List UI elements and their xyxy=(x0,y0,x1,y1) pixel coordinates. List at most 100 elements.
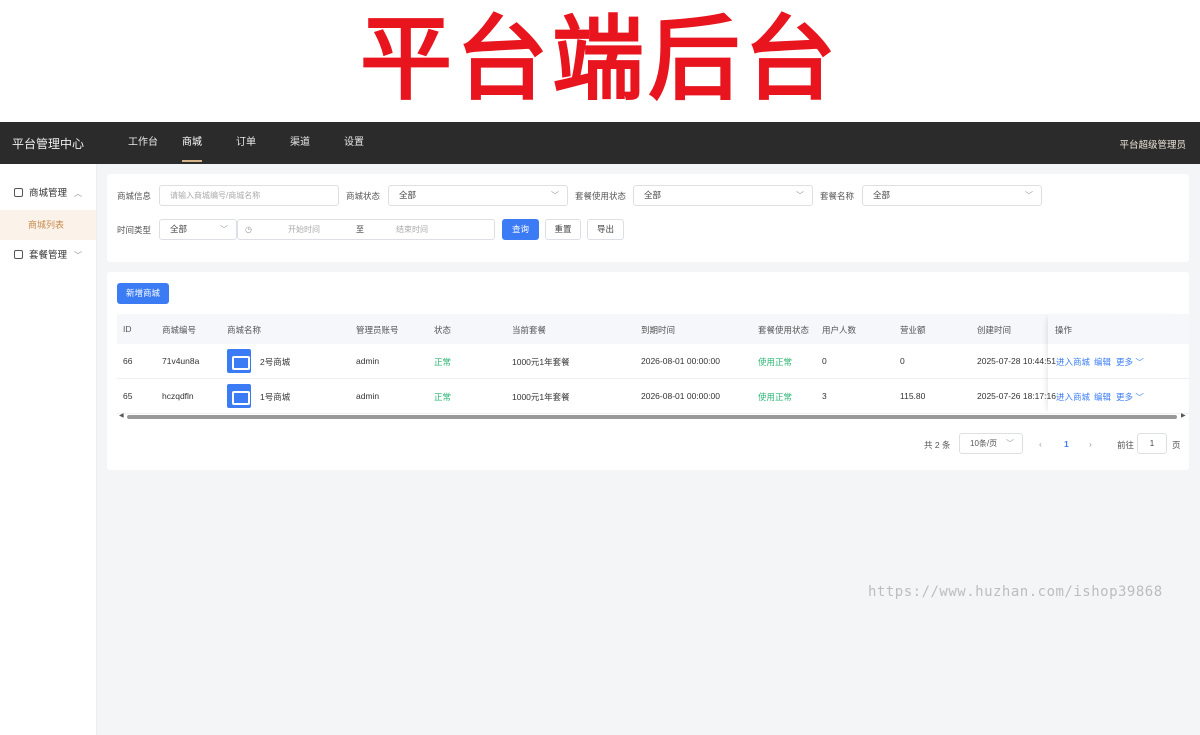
shop-info-label: 商城信息 xyxy=(117,191,152,201)
sidebar-group-shop[interactable]: 商城管理 ︿ xyxy=(0,178,96,210)
shop-logo-icon xyxy=(227,349,251,373)
pkg-name-select[interactable]: 全部 ﹀ xyxy=(862,185,1042,206)
sidebar: 商城管理 ︿ 商城列表 套餐管理 ﹀ xyxy=(0,164,97,735)
shop-logo-icon xyxy=(227,384,251,408)
horizontal-scrollbar[interactable]: ◀ ▶ xyxy=(117,413,1189,421)
pkg-status-label: 套餐使用状态 xyxy=(575,191,627,201)
app-title: 平台管理中心 xyxy=(12,137,85,151)
cell-code: 71v4un8a xyxy=(162,356,200,366)
goto-page-input[interactable]: 1 xyxy=(1137,433,1167,454)
top-navbar: 平台管理中心 工作台 商城 订单 渠道 设置 平台超级管理员 xyxy=(0,122,1200,164)
time-type-select[interactable]: 全部 ﹀ xyxy=(159,219,237,240)
date-range-picker[interactable]: ◷ 开始时间 至 结束时间 xyxy=(237,219,495,240)
pkg-name-label: 套餐名称 xyxy=(820,191,855,201)
page-suffix: 页 xyxy=(1172,440,1181,450)
sidebar-item-shop-list[interactable]: 商城列表 xyxy=(0,210,96,240)
sidebar-group-label: 商城管理 xyxy=(29,188,68,199)
banner-title: 平台端后台 xyxy=(359,6,840,113)
scrollbar-thumb[interactable] xyxy=(127,415,1177,419)
chevron-up-icon: ︿ xyxy=(74,189,82,198)
shop-status-select[interactable]: 全部 ﹀ xyxy=(388,185,568,206)
cell-status: 正常 xyxy=(434,392,452,402)
reset-button[interactable]: 重置 xyxy=(545,219,581,240)
chevron-down-icon: ﹀ xyxy=(74,251,82,260)
col-users: 用户人数 xyxy=(822,325,857,335)
cell-status: 正常 xyxy=(434,357,452,367)
cell-pkg-status: 使用正常 xyxy=(758,392,793,402)
cell-id: 65 xyxy=(123,391,133,401)
cell-created: 2025-07-28 10:44:51 xyxy=(977,356,1056,366)
filter-panel: 商城信息 请输入商城编号/商城名称 商城状态 全部 ﹀ 套餐使用状态 全部 ﹀ 套餐… xyxy=(107,174,1189,262)
cell-admin: admin xyxy=(356,391,380,401)
goto-label: 前往 xyxy=(1117,440,1135,450)
cell-expire: 2026-08-01 00:00:00 xyxy=(641,391,720,401)
total-count: 共 2 条 xyxy=(924,440,951,450)
user-menu[interactable]: 平台超级管理员 xyxy=(1119,137,1186,151)
pkg-status-select[interactable]: 全部 ﹀ xyxy=(633,185,813,206)
cell-created: 2025-07-26 18:17:16 xyxy=(977,391,1056,401)
clipboard-icon xyxy=(14,250,23,259)
select-value: 全部 xyxy=(399,190,417,200)
page-size-select[interactable]: 10条/页 ﹀ xyxy=(959,433,1023,454)
cell-code: hczqdfln xyxy=(162,391,194,401)
chevron-down-icon: ﹀ xyxy=(796,191,804,200)
col-expire: 到期时间 xyxy=(641,325,676,335)
col-created: 创建时间 xyxy=(977,325,1012,335)
shop-table-panel: 新增商城 ID 商城编号 商城名称 管理员账号 状态 当前套餐 到期时间 套餐使… xyxy=(107,272,1189,470)
prev-page-icon[interactable]: ‹ xyxy=(1039,439,1042,449)
nav-workbench[interactable]: 工作台 xyxy=(128,122,182,164)
fixed-column-shadow xyxy=(1048,314,1179,414)
shop-icon xyxy=(14,188,23,197)
nav-orders[interactable]: 订单 xyxy=(236,122,290,164)
col-admin: 管理员账号 xyxy=(356,325,399,335)
time-type-label: 时间类型 xyxy=(117,225,152,235)
chevron-down-icon: ﹀ xyxy=(1006,439,1014,448)
start-time-input[interactable]: 开始时间 xyxy=(288,220,320,239)
table-row: 65 hczqdfln 1号商城 admin 正常 1000元1年套餐 2026… xyxy=(117,379,1189,414)
select-value: 全部 xyxy=(873,190,891,200)
promo-banner: 平台端后台 xyxy=(0,0,1200,122)
watermark-url: https://www.huzhan.com/ishop39868 xyxy=(868,584,1163,600)
select-value: 全部 xyxy=(644,190,662,200)
chevron-down-icon: ﹀ xyxy=(1025,191,1033,200)
nav-active-indicator xyxy=(182,160,202,162)
scroll-right-icon[interactable]: ▶ xyxy=(1181,412,1186,419)
next-page-icon[interactable]: › xyxy=(1089,439,1092,449)
cell-users: 0 xyxy=(822,356,827,366)
cell-revenue: 0 xyxy=(900,356,905,366)
col-id: ID xyxy=(123,324,132,334)
col-name: 商城名称 xyxy=(227,325,262,335)
query-button[interactable]: 查询 xyxy=(502,219,539,240)
nav-channels[interactable]: 渠道 xyxy=(290,122,344,164)
col-revenue: 营业额 xyxy=(900,325,926,335)
range-separator: 至 xyxy=(356,225,364,234)
cell-admin: admin xyxy=(356,356,380,366)
export-button[interactable]: 导出 xyxy=(587,219,624,240)
cell-expire: 2026-08-01 00:00:00 xyxy=(641,356,720,366)
sidebar-group-label: 套餐管理 xyxy=(29,250,68,261)
col-code: 商城编号 xyxy=(162,325,197,335)
nav-settings[interactable]: 设置 xyxy=(344,122,398,164)
col-status: 状态 xyxy=(434,325,452,335)
table-header: ID 商城编号 商城名称 管理员账号 状态 当前套餐 到期时间 套餐使用状态 用… xyxy=(117,314,1189,344)
cell-pkg-status: 使用正常 xyxy=(758,357,793,367)
cell-name: 2号商城 xyxy=(260,357,291,367)
cell-users: 3 xyxy=(822,391,827,401)
main-nav: 工作台 商城 订单 渠道 设置 xyxy=(128,122,398,164)
col-package: 当前套餐 xyxy=(512,325,547,335)
col-pkg-status: 套餐使用状态 xyxy=(758,325,810,335)
page-number-current[interactable]: 1 xyxy=(1064,439,1069,449)
nav-shop[interactable]: 商城 xyxy=(182,122,236,164)
main-content: 商城信息 请输入商城编号/商城名称 商城状态 全部 ﹀ 套餐使用状态 全部 ﹀ 套餐… xyxy=(97,164,1200,735)
add-shop-button[interactable]: 新增商城 xyxy=(117,283,169,304)
select-value: 全部 xyxy=(170,224,188,234)
cell-package: 1000元1年套餐 xyxy=(512,392,570,402)
sidebar-group-package[interactable]: 套餐管理 ﹀ xyxy=(0,240,96,272)
scroll-left-icon[interactable]: ◀ xyxy=(119,412,124,419)
cell-revenue: 115.80 xyxy=(900,391,926,401)
end-time-input[interactable]: 结束时间 xyxy=(396,220,428,239)
shop-info-input[interactable]: 请输入商城编号/商城名称 xyxy=(159,185,339,206)
cell-name: 1号商城 xyxy=(260,392,291,402)
chevron-down-icon: ﹀ xyxy=(220,225,228,234)
shop-status-label: 商城状态 xyxy=(346,191,381,201)
